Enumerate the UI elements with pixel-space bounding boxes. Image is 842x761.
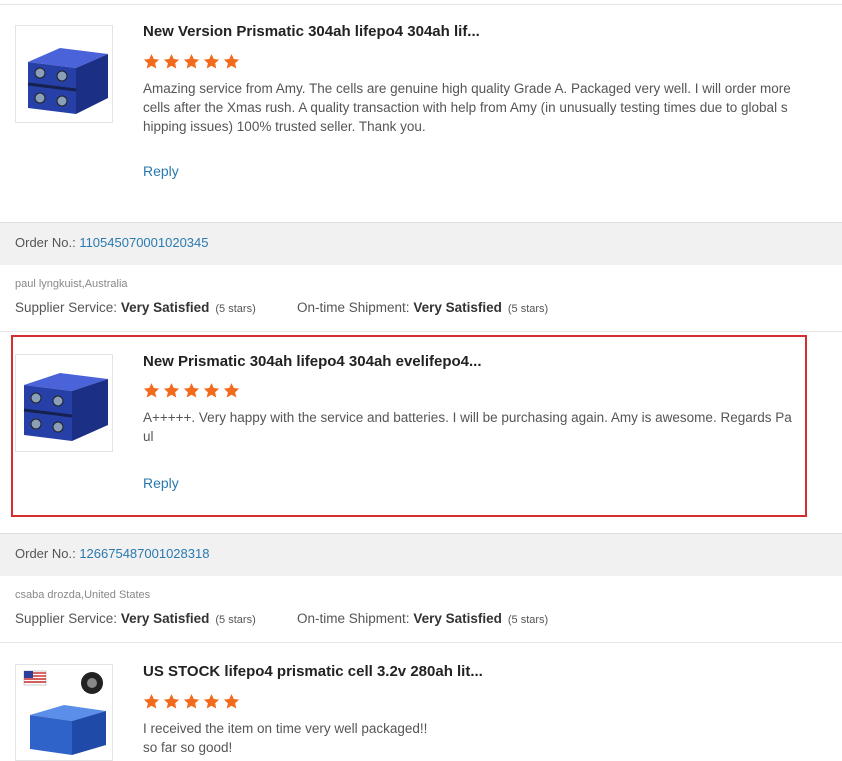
- order-bar: Order No.: 126675487001028318: [0, 533, 842, 576]
- order-number-link[interactable]: 110545070001020345: [79, 235, 208, 250]
- buyer-info: csaba drozda,United States: [15, 589, 151, 601]
- shipment-rating: On-time Shipment: Very Satisfied (5 stars…: [297, 611, 549, 626]
- order-label: Order No.: 110545070001020345: [15, 235, 209, 250]
- review-card: New Version Prismatic 304ah lifepo4 304a…: [0, 0, 842, 205]
- review-text-line: so far so good!: [143, 740, 233, 755]
- star-icon: [163, 694, 180, 709]
- star-icon: [143, 694, 160, 709]
- product-title[interactable]: US STOCK lifepo4 prismatic cell 3.2v 280…: [143, 663, 483, 680]
- shipment-rating: On-time Shipment: Very Satisfied (5 stars…: [297, 300, 549, 315]
- star-icon: [223, 694, 240, 709]
- highlight-box: [11, 335, 807, 517]
- order-label: Order No.: 126675487001028318: [15, 546, 210, 561]
- product-title[interactable]: New Version Prismatic 304ah lifepo4 304a…: [143, 23, 480, 40]
- order-number-link[interactable]: 126675487001028318: [79, 546, 209, 561]
- rating-stars: [143, 693, 240, 711]
- reply-link[interactable]: Reply: [143, 163, 179, 179]
- star-icon: [183, 694, 200, 709]
- battery-product-image[interactable]: [15, 25, 113, 123]
- review-card: US STOCK lifepo4 prismatic cell 3.2v 280…: [0, 643, 842, 761]
- review-text-line: I received the item on time very well pa…: [143, 721, 428, 736]
- buyer-info: paul lyngkuist,Australia: [15, 278, 128, 290]
- supplier-service-rating: Supplier Service: Very Satisfied (5 stars…: [15, 611, 256, 626]
- order-bar: Order No.: 110545070001020345: [0, 222, 842, 265]
- star-icon: [143, 54, 160, 69]
- star-icon: [163, 54, 180, 69]
- review-text: Amazing service from Amy. The cells are …: [143, 81, 791, 134]
- star-icon: [203, 54, 220, 69]
- rating-stars: [143, 53, 240, 71]
- us-stock-battery-image[interactable]: [15, 664, 113, 761]
- star-icon: [223, 54, 240, 69]
- star-icon: [203, 694, 220, 709]
- star-icon: [183, 54, 200, 69]
- supplier-service-rating: Supplier Service: Very Satisfied (5 stars…: [15, 300, 256, 315]
